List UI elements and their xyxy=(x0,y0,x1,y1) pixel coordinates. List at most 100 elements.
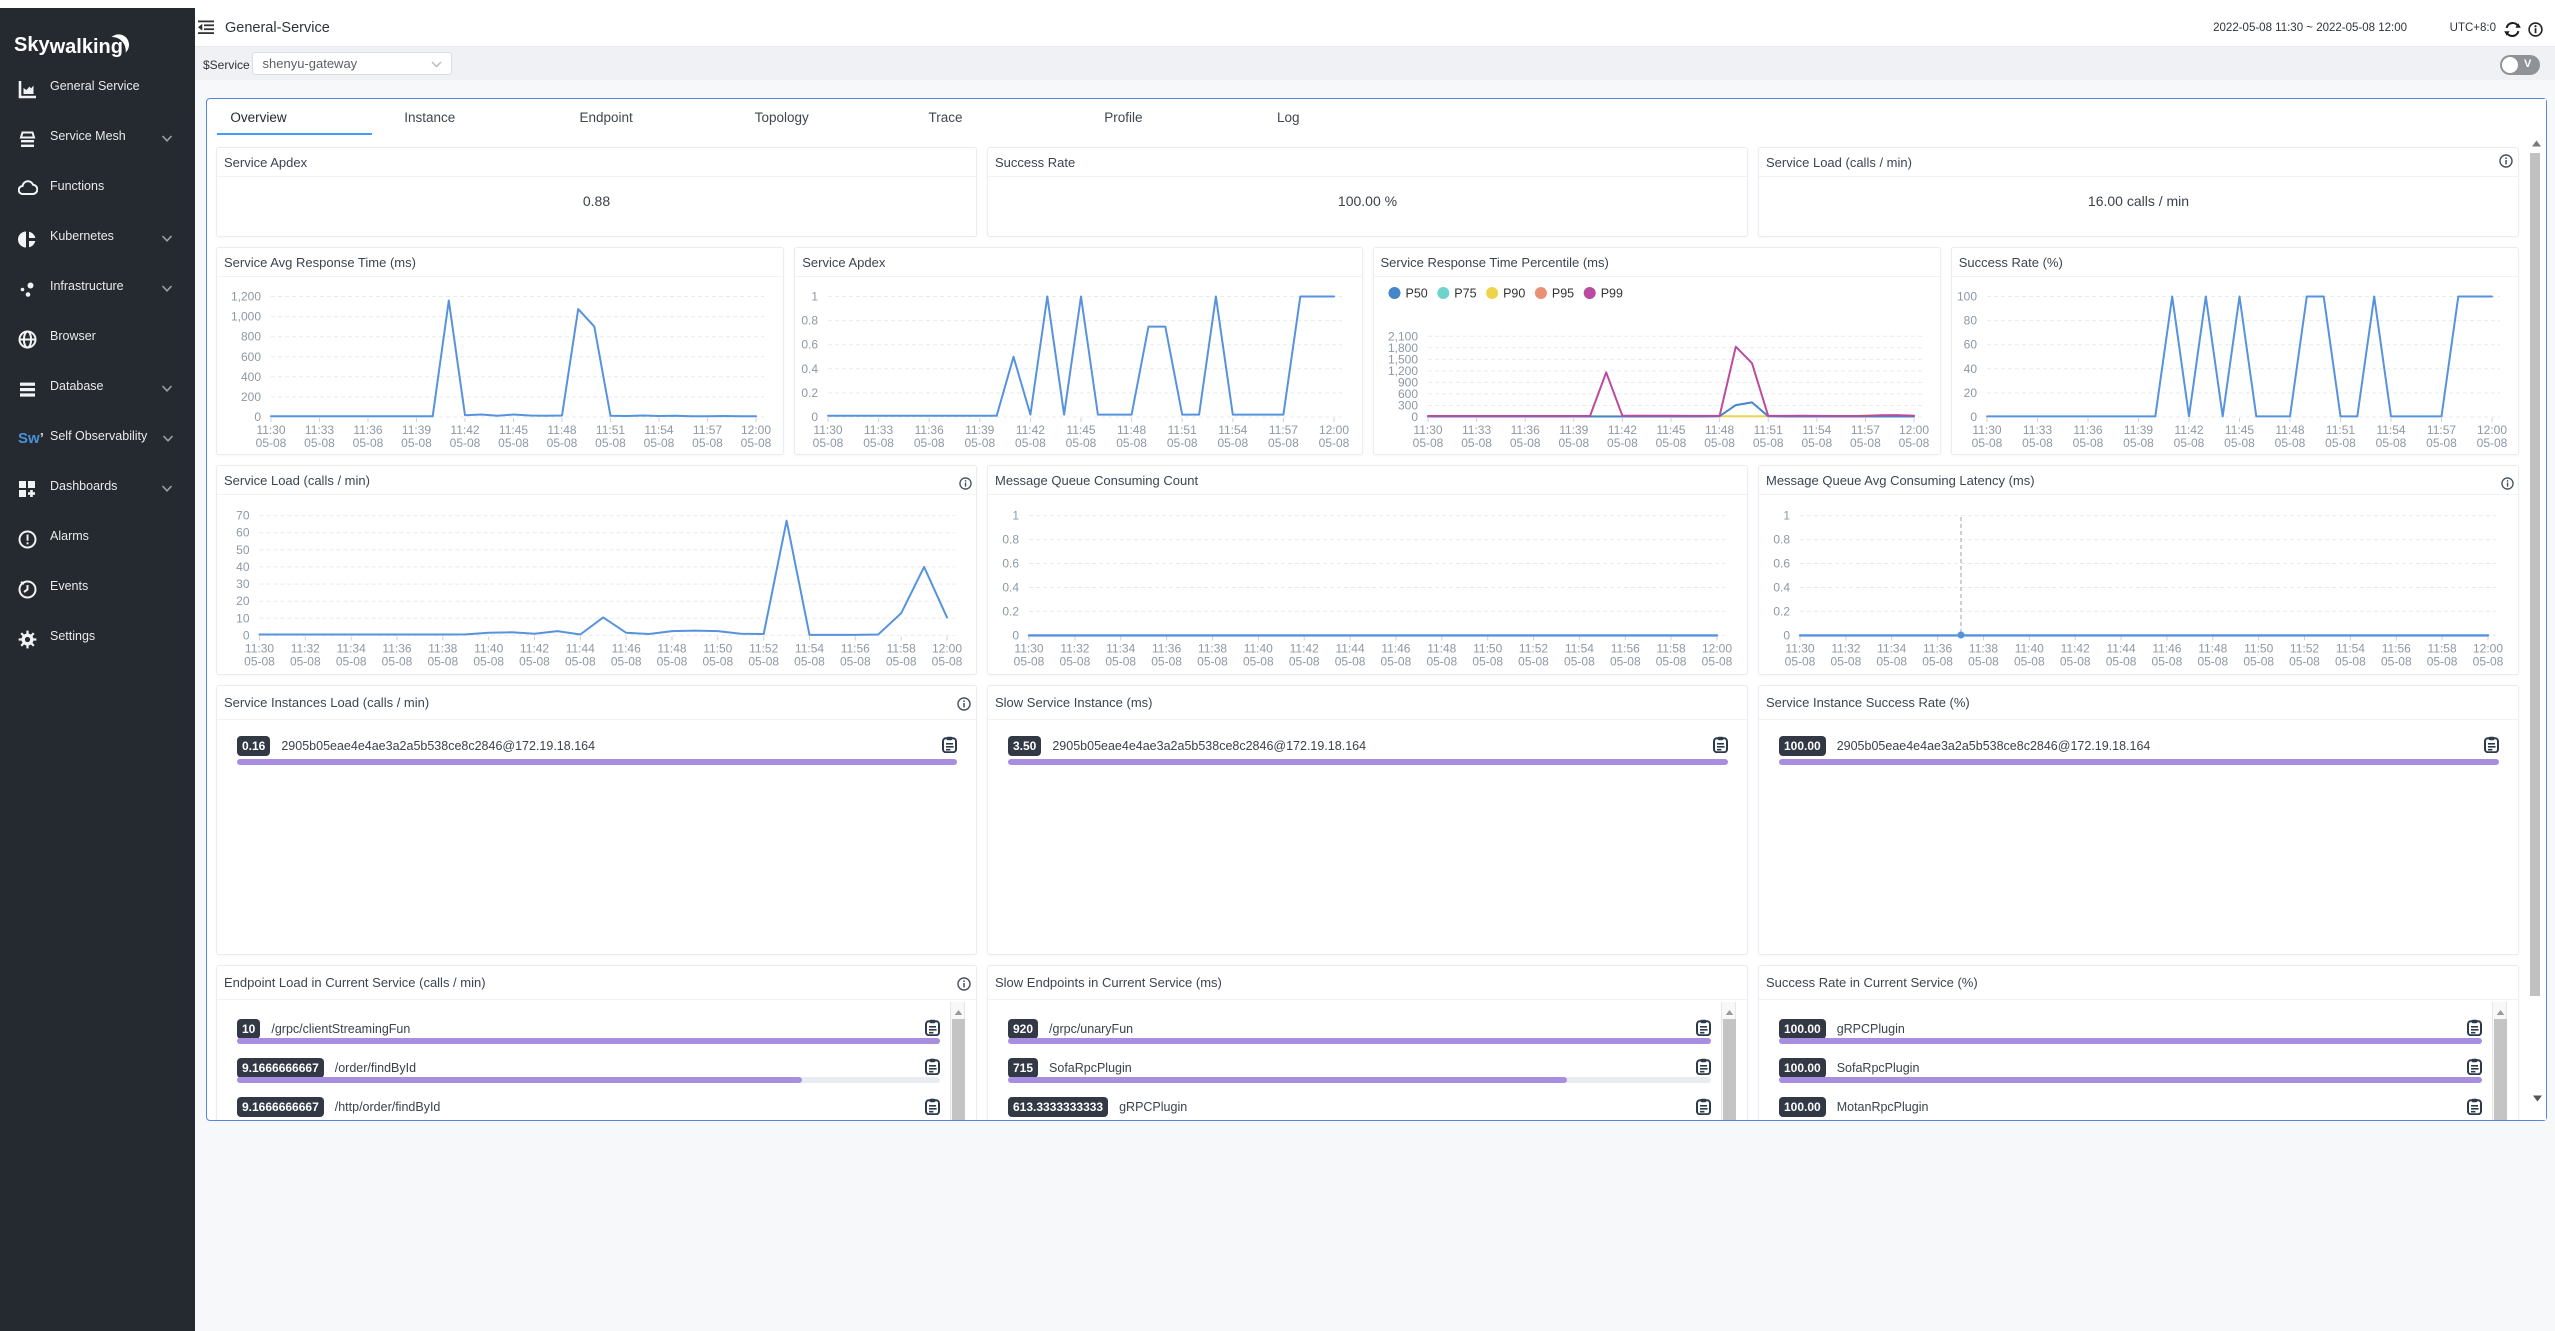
svg-text:05-08: 05-08 xyxy=(1426,654,1457,668)
svg-text:70: 70 xyxy=(236,509,250,523)
svg-text:05-08: 05-08 xyxy=(886,654,917,668)
svg-text:11:52: 11:52 xyxy=(1519,641,1548,655)
svg-text:11:56: 11:56 xyxy=(2382,641,2411,655)
svg-text:11:54: 11:54 xyxy=(1802,423,1831,437)
svg-text:11:48: 11:48 xyxy=(2275,423,2304,437)
svg-text:12:00: 12:00 xyxy=(1702,641,1732,655)
svg-text:11:38: 11:38 xyxy=(1198,641,1227,655)
svg-text:11:42: 11:42 xyxy=(520,641,549,655)
svg-text:05-08: 05-08 xyxy=(2022,436,2053,450)
svg-text:0.4: 0.4 xyxy=(802,362,819,376)
svg-text:05-08: 05-08 xyxy=(1243,654,1274,668)
svg-text:11:58: 11:58 xyxy=(1657,641,1686,655)
svg-text:20: 20 xyxy=(1963,386,1977,400)
svg-text:05-08: 05-08 xyxy=(2476,436,2507,450)
svg-text:0.6: 0.6 xyxy=(1773,557,1790,571)
svg-text:P50: P50 xyxy=(1405,287,1427,301)
svg-text:11:36: 11:36 xyxy=(1923,641,1952,655)
svg-text:11:36: 11:36 xyxy=(1510,423,1539,437)
svg-text:05-08: 05-08 xyxy=(1060,654,1091,668)
svg-text:11:51: 11:51 xyxy=(596,423,625,437)
svg-text:05-08: 05-08 xyxy=(1752,436,1783,450)
svg-text:05-08: 05-08 xyxy=(290,654,321,668)
svg-text:05-08: 05-08 xyxy=(2072,436,2103,450)
svg-text:11:48: 11:48 xyxy=(1705,423,1734,437)
svg-text:05-08: 05-08 xyxy=(1066,436,1097,450)
svg-text:60: 60 xyxy=(1963,338,1977,352)
svg-text:11:54: 11:54 xyxy=(1565,641,1594,655)
svg-text:11:42: 11:42 xyxy=(2061,641,2090,655)
svg-text:05-08: 05-08 xyxy=(2427,654,2458,668)
svg-text:11:30: 11:30 xyxy=(256,423,285,437)
svg-text:12:00: 12:00 xyxy=(1319,423,1349,437)
svg-text:05-08: 05-08 xyxy=(1702,654,1733,668)
svg-text:11:32: 11:32 xyxy=(1060,641,1089,655)
svg-text:11:45: 11:45 xyxy=(499,423,528,437)
svg-text:05-08: 05-08 xyxy=(1785,654,1816,668)
svg-text:11:42: 11:42 xyxy=(450,423,479,437)
svg-text:11:57: 11:57 xyxy=(1850,423,1879,437)
svg-text:05-08: 05-08 xyxy=(1105,654,1136,668)
svg-text:05-08: 05-08 xyxy=(336,654,367,668)
svg-text:11:36: 11:36 xyxy=(353,423,382,437)
svg-text:11:50: 11:50 xyxy=(2244,641,2273,655)
svg-text:0.6: 0.6 xyxy=(1002,557,1019,571)
svg-text:05-08: 05-08 xyxy=(1014,654,1045,668)
svg-text:11:54: 11:54 xyxy=(795,641,824,655)
svg-text:100: 100 xyxy=(1957,290,1977,304)
svg-text:11:32: 11:32 xyxy=(1831,641,1860,655)
svg-text:05-08: 05-08 xyxy=(2325,436,2356,450)
svg-text:1,200: 1,200 xyxy=(231,290,261,304)
svg-text:05-08: 05-08 xyxy=(741,436,772,450)
svg-text:05-08: 05-08 xyxy=(1850,436,1881,450)
svg-text:05-08: 05-08 xyxy=(932,654,963,668)
svg-text:05-08: 05-08 xyxy=(644,436,675,450)
svg-text:0.4: 0.4 xyxy=(1002,581,1019,595)
svg-text:11:48: 11:48 xyxy=(1427,641,1456,655)
svg-text:0: 0 xyxy=(1783,628,1790,642)
svg-text:11:57: 11:57 xyxy=(693,423,722,437)
svg-text:0.4: 0.4 xyxy=(1773,581,1790,595)
svg-text:05-08: 05-08 xyxy=(2274,436,2305,450)
svg-text:11:33: 11:33 xyxy=(2023,423,2052,437)
svg-text:05-08: 05-08 xyxy=(1704,436,1735,450)
svg-text:05-08: 05-08 xyxy=(304,436,335,450)
svg-text:0: 0 xyxy=(254,410,261,424)
svg-text:05-08: 05-08 xyxy=(2014,654,2045,668)
svg-text:0.8: 0.8 xyxy=(1002,533,1019,547)
svg-text:05-08: 05-08 xyxy=(2123,436,2154,450)
svg-text:0: 0 xyxy=(812,410,819,424)
svg-text:05-08: 05-08 xyxy=(1564,654,1595,668)
svg-text:12:00: 12:00 xyxy=(2477,423,2507,437)
svg-text:P90: P90 xyxy=(1503,287,1525,301)
svg-text:05-08: 05-08 xyxy=(1319,436,1350,450)
svg-text:800: 800 xyxy=(241,330,261,344)
svg-text:11:56: 11:56 xyxy=(1611,641,1640,655)
svg-text:05-08: 05-08 xyxy=(1461,436,1492,450)
svg-text:0.2: 0.2 xyxy=(1002,604,1019,618)
svg-text:11:57: 11:57 xyxy=(1269,423,1298,437)
svg-text:05-08: 05-08 xyxy=(965,436,996,450)
svg-text:11:42: 11:42 xyxy=(1607,423,1636,437)
svg-text:05-08: 05-08 xyxy=(1971,436,2002,450)
svg-text:12:00: 12:00 xyxy=(741,423,771,437)
svg-text:11:39: 11:39 xyxy=(1559,423,1588,437)
svg-text:11:51: 11:51 xyxy=(2326,423,2355,437)
svg-text:11:51: 11:51 xyxy=(1753,423,1782,437)
svg-text:05-08: 05-08 xyxy=(519,654,550,668)
svg-text:05-08: 05-08 xyxy=(702,654,733,668)
svg-text:11:40: 11:40 xyxy=(1244,641,1273,655)
svg-text:11:33: 11:33 xyxy=(864,423,893,437)
svg-text:05-08: 05-08 xyxy=(2375,436,2406,450)
svg-text:11:57: 11:57 xyxy=(2427,423,2456,437)
svg-text:11:46: 11:46 xyxy=(2152,641,2181,655)
svg-text:0.8: 0.8 xyxy=(802,314,819,328)
svg-text:11:50: 11:50 xyxy=(703,641,732,655)
svg-text:40: 40 xyxy=(236,560,250,574)
svg-text:11:52: 11:52 xyxy=(2290,641,2319,655)
svg-text:05-08: 05-08 xyxy=(2173,436,2204,450)
svg-text:600: 600 xyxy=(241,350,261,364)
svg-text:05-08: 05-08 xyxy=(2426,436,2457,450)
svg-text:11:33: 11:33 xyxy=(1462,423,1491,437)
svg-text:11:54: 11:54 xyxy=(644,423,673,437)
